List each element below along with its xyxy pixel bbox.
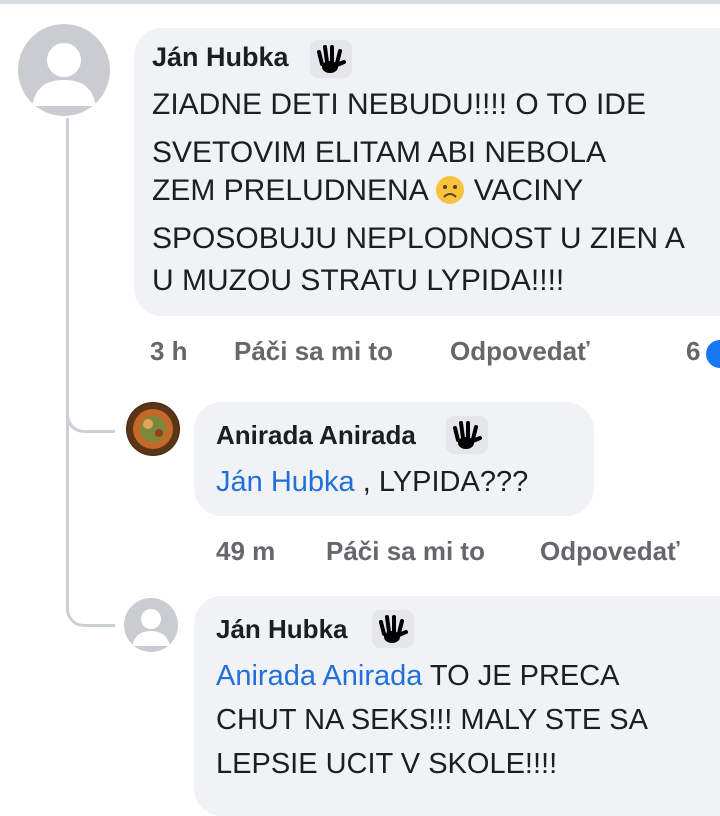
- comment-text-segment: , LYPIDA???: [354, 466, 529, 498]
- comment-text-segment: ZEM PRELUDNENA: [152, 174, 428, 207]
- avatar[interactable]: [18, 24, 110, 116]
- fan-badge: [372, 610, 414, 648]
- reaction-count[interactable]: 6: [686, 336, 700, 367]
- comment-timestamp[interactable]: 3 h: [150, 336, 188, 367]
- comment-text-line: Anirada Anirada TO JE PRECA: [216, 660, 620, 693]
- waving-hand-icon: [453, 421, 482, 449]
- avatar[interactable]: [124, 598, 178, 652]
- waving-hand-icon: [379, 615, 408, 643]
- comment-text-line: SPOSOBUJU NEPLODNOST U ZIEN A: [152, 222, 685, 255]
- like-button[interactable]: Páči sa mi to: [326, 536, 485, 567]
- comment-author[interactable]: Ján Hubka: [216, 614, 348, 645]
- comment-text-line: SVETOVIM ELITAM ABI NEBOLA: [152, 136, 607, 169]
- comment-text: Ján Hubka , LYPIDA???: [216, 466, 528, 499]
- comment-text-line: LEPSIE UCIT V SKOLE!!!!: [216, 748, 558, 780]
- top-divider: [0, 0, 720, 4]
- fan-badge: [446, 416, 488, 454]
- mention-link[interactable]: Ján Hubka: [216, 466, 355, 498]
- default-user-avatar-icon: [32, 43, 96, 106]
- thread-line: [66, 118, 69, 430]
- thread-line: [66, 430, 69, 610]
- mention-link[interactable]: Anirada Anirada: [216, 660, 422, 692]
- comment-author[interactable]: Anirada Anirada: [216, 420, 416, 451]
- thread-connector: [66, 588, 115, 627]
- thread-connector: [66, 390, 115, 433]
- worried-face-icon: [435, 175, 465, 213]
- default-user-avatar-icon: [132, 609, 170, 646]
- waving-hand-icon: [317, 45, 346, 73]
- like-reaction-icon[interactable]: [704, 338, 720, 370]
- user-photo-avatar: [127, 403, 179, 455]
- comment-text-line: ZEM PRELUDNENA VACINY: [152, 174, 583, 213]
- comment-text-line: ZIADNE DETI NEBUDU!!!! O TO IDE: [152, 88, 646, 121]
- comment-timestamp[interactable]: 49 m: [216, 536, 275, 567]
- comment-text-segment: TO JE PRECA: [422, 660, 620, 692]
- avatar[interactable]: [126, 402, 180, 456]
- like-button[interactable]: Páči sa mi to: [234, 336, 393, 367]
- fan-badge: [310, 40, 352, 78]
- comment-text-segment: VACINY: [473, 174, 584, 207]
- comment-author[interactable]: Ján Hubka: [152, 42, 289, 73]
- reply-button[interactable]: Odpovedať: [450, 336, 590, 367]
- comment-text-line: U MUZOU STRATU LYPIDA!!!!: [152, 264, 565, 297]
- comment-text-line: CHUT NA SEKS!!! MALY STE SA: [216, 704, 648, 736]
- reply-button[interactable]: Odpovedať: [540, 536, 680, 567]
